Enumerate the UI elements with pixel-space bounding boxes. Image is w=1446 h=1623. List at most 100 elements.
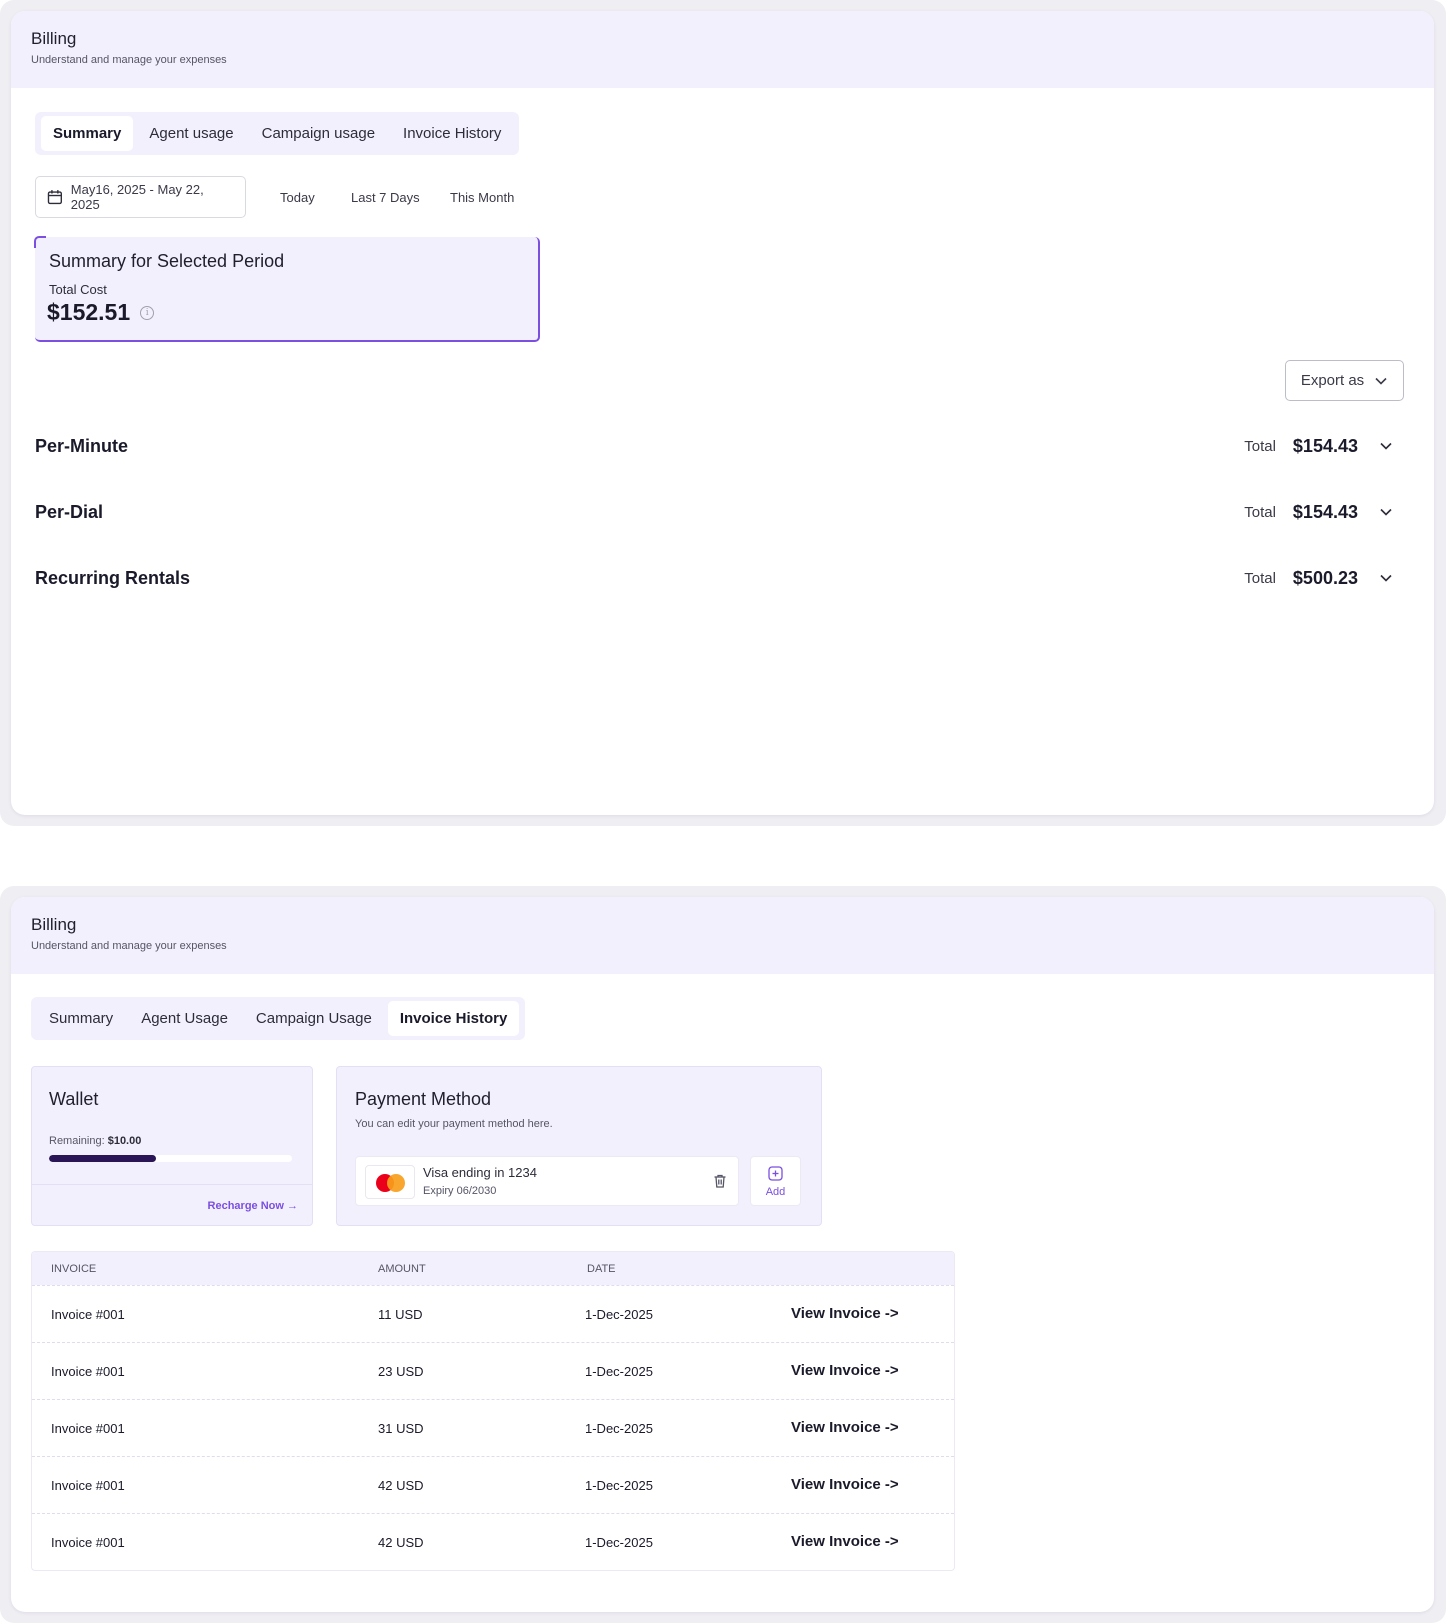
cost-row-total: $154.43: [1292, 501, 1358, 522]
date-filter-row: May16, 2025 - May 22, 2025 Today Last 7 …: [35, 176, 514, 218]
cost-row-total-group: Total $154.43: [1244, 502, 1404, 523]
page-subtitle: Understand and manage your expenses: [31, 940, 227, 952]
wallet-title: Wallet: [49, 1089, 99, 1109]
invoice-date: 1-Dec-2025: [585, 1307, 653, 1322]
invoice-amount: 42 USD: [378, 1478, 424, 1493]
chevron-down-icon[interactable]: [1378, 438, 1394, 454]
tab-campaign-usage[interactable]: Campaign Usage: [244, 1001, 384, 1036]
card-name: Visa ending in 1234: [423, 1165, 537, 1180]
billing-tabs: Summary Agent Usage Campaign Usage Invoi…: [31, 997, 526, 1040]
invoice-table: INVOICE AMOUNT DATE Invoice #001 11 USD …: [31, 1251, 955, 1571]
cost-row-per-minute[interactable]: Per-Minute Total $154.43: [35, 431, 1404, 461]
table-row: Invoice #001 42 USD 1-Dec-2025 View Invo…: [32, 1456, 954, 1513]
invoice-date: 1-Dec-2025: [585, 1478, 653, 1493]
total-cost-amount: $152.51: [47, 299, 131, 325]
table-row: Invoice #001 31 USD 1-Dec-2025 View Invo…: [32, 1399, 954, 1456]
invoice-date: 1-Dec-2025: [585, 1421, 653, 1436]
table-row: Invoice #001 23 USD 1-Dec-2025 View Invo…: [32, 1342, 954, 1399]
trash-icon[interactable]: [712, 1173, 728, 1189]
wallet-footer: Recharge Now →: [32, 1184, 312, 1225]
tab-agent-usage[interactable]: Agent Usage: [129, 1001, 240, 1036]
wallet-remaining-value: $10.00: [107, 1135, 142, 1147]
cost-row-total: $154.43: [1292, 435, 1358, 456]
summary-card-title: Summary for Selected Period: [49, 251, 285, 271]
invoice-date: 1-Dec-2025: [585, 1535, 653, 1550]
info-icon[interactable]: i: [140, 305, 155, 320]
cost-row-per-dial[interactable]: Per-Dial Total $154.43: [35, 497, 1404, 527]
cost-row-recurring-rentals[interactable]: Recurring Rentals Total $500.23: [35, 563, 1404, 593]
quick-range-this-month[interactable]: This Month: [450, 190, 514, 205]
invoice-date: 1-Dec-2025: [585, 1364, 653, 1379]
tab-invoice-history[interactable]: Invoice History: [387, 1001, 520, 1036]
chevron-down-icon: [1375, 377, 1387, 385]
cost-row-total-label: Total: [1244, 569, 1276, 587]
mastercard-orange-circle: [387, 1174, 405, 1192]
cost-row-name: Per-Dial: [35, 501, 104, 522]
invoice-amount: 31 USD: [378, 1421, 424, 1436]
column-header-date: DATE: [587, 1263, 616, 1275]
add-payment-label: Add: [765, 1186, 786, 1198]
page-header: Billing Understand and manage your expen…: [11, 897, 1434, 974]
payment-method-subtitle: You can edit your payment method here.: [355, 1118, 553, 1130]
table-row: Invoice #001 42 USD 1-Dec-2025 View Invo…: [32, 1513, 954, 1570]
chevron-down-icon[interactable]: [1378, 570, 1394, 586]
view-invoice-link[interactable]: View Invoice ->: [791, 1305, 899, 1322]
billing-tabs: Summary Agent usage Campaign usage Invoi…: [35, 112, 520, 155]
mastercard-logo: [365, 1165, 415, 1199]
invoice-number: Invoice #001: [51, 1364, 125, 1379]
tab-summary[interactable]: Summary: [41, 116, 134, 151]
date-range-value: May16, 2025 - May 22, 2025: [70, 182, 204, 212]
wallet-progress-bar: [49, 1155, 292, 1162]
tab-campaign-usage[interactable]: Campaign usage: [250, 116, 387, 151]
tab-agent-usage[interactable]: Agent usage: [137, 116, 245, 151]
page-subtitle: Understand and manage your expenses: [31, 54, 227, 66]
cost-row-name: Recurring Rentals: [35, 567, 191, 588]
column-header-invoice: INVOICE: [51, 1263, 97, 1275]
cost-row-total-label: Total: [1244, 503, 1276, 521]
tab-invoice-history[interactable]: Invoice History: [391, 116, 513, 151]
wallet-remaining: Remaining: $10.00: [49, 1135, 141, 1147]
invoice-number: Invoice #001: [51, 1478, 125, 1493]
table-row: Invoice #001 11 USD 1-Dec-2025 View Invo…: [32, 1285, 954, 1342]
view-invoice-link[interactable]: View Invoice ->: [791, 1419, 899, 1436]
page-title: Billing: [31, 915, 77, 934]
wallet-card: Wallet Remaining: $10.00 Recharge Now →: [31, 1066, 313, 1226]
quick-range-last-7-days[interactable]: Last 7 Days: [351, 190, 420, 205]
cost-row-total: $500.23: [1292, 567, 1358, 588]
total-cost-label: Total Cost: [49, 282, 107, 297]
cost-row-total-group: Total $154.43: [1244, 436, 1404, 457]
invoice-number: Invoice #001: [51, 1307, 125, 1322]
view-invoice-link[interactable]: View Invoice ->: [791, 1362, 899, 1379]
quick-range-today[interactable]: Today: [280, 190, 315, 205]
invoice-amount: 42 USD: [378, 1535, 424, 1550]
payment-method-title: Payment Method: [355, 1089, 492, 1109]
payment-method-card: Payment Method You can edit your payment…: [336, 1066, 822, 1226]
page-header: Billing Understand and manage your expen…: [11, 11, 1434, 88]
cost-row-total-group: Total $500.23: [1244, 568, 1404, 589]
total-cost-row: $152.51 i: [47, 299, 524, 326]
tab-summary[interactable]: Summary: [37, 1001, 125, 1036]
date-range-picker[interactable]: May16, 2025 - May 22, 2025: [35, 176, 246, 218]
invoice-number: Invoice #001: [51, 1421, 125, 1436]
view-invoice-link[interactable]: View Invoice ->: [791, 1476, 899, 1493]
calendar-icon: [47, 190, 62, 205]
invoice-number: Invoice #001: [51, 1535, 125, 1550]
recharge-now-link[interactable]: Recharge Now →: [208, 1200, 298, 1212]
page-title: Billing: [31, 29, 77, 48]
wallet-remaining-label: Remaining:: [49, 1135, 105, 1147]
wallet-progress-fill: [49, 1155, 156, 1162]
chevron-down-icon[interactable]: [1378, 504, 1394, 520]
invoice-table-header: INVOICE AMOUNT DATE: [32, 1252, 954, 1285]
invoice-amount: 11 USD: [378, 1307, 423, 1322]
export-as-label: Export as: [1300, 372, 1365, 389]
export-as-button[interactable]: Export as: [1285, 360, 1404, 401]
summary-card: Summary for Selected Period Total Cost $…: [34, 236, 540, 342]
column-header-amount: AMOUNT: [378, 1263, 426, 1275]
cost-row-total-label: Total: [1244, 437, 1276, 455]
add-square-icon: [768, 1166, 783, 1181]
saved-card[interactable]: Visa ending in 1234 Expiry 06/2030: [355, 1156, 739, 1206]
cost-row-name: Per-Minute: [35, 435, 129, 456]
view-invoice-link[interactable]: View Invoice ->: [791, 1533, 899, 1550]
invoice-amount: 23 USD: [378, 1364, 424, 1379]
add-payment-button[interactable]: Add: [750, 1156, 801, 1206]
